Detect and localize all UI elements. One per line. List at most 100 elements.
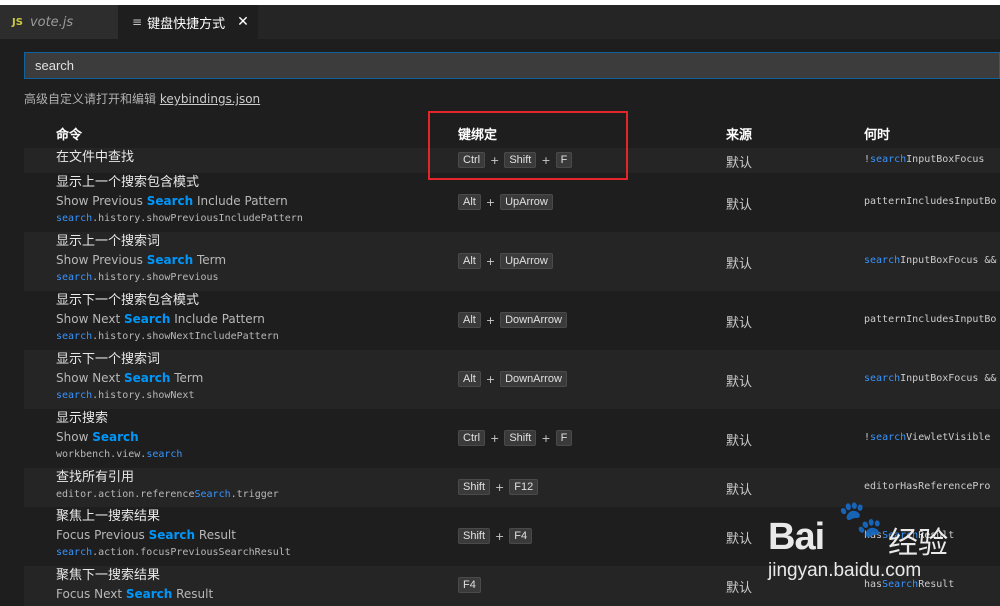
key-cap: Shift <box>504 430 537 446</box>
key-cap: DownArrow <box>500 371 567 387</box>
command-title: 在文件中查找 <box>56 150 135 165</box>
command-id: workbench.view.search <box>56 449 183 460</box>
when-cell: searchInputBoxFocus && <box>864 373 997 384</box>
advanced-hint-text: 高级自定义请打开和编辑 <box>24 92 160 106</box>
key-cap: Ctrl <box>458 430 486 446</box>
command-title: 显示下一个搜索包含模式 <box>56 293 200 308</box>
when-cell: !searchInputBoxFocus <box>864 154 985 165</box>
command-title: 显示搜索 <box>56 411 109 426</box>
command-description: Show Previous Search Term <box>56 253 227 267</box>
when-cell: !searchViewletVisible <box>864 432 991 443</box>
tab-keyboard-shortcuts[interactable]: ≡ 键盘快捷方式 ✕ <box>118 5 258 39</box>
key-cap: Shift <box>458 528 491 544</box>
key-cap: UpArrow <box>500 253 553 269</box>
column-header-when[interactable]: 何时 <box>864 124 890 143</box>
source-cell: 默认 <box>726 532 753 547</box>
command-id: search.action.focusPreviousSearchResult <box>56 547 291 558</box>
command-title: 显示下一个搜索词 <box>56 352 161 367</box>
column-header-source[interactable]: 来源 <box>726 124 752 143</box>
command-cell: 显示上一个搜索包含模式 Show Previous Search Include … <box>56 173 303 227</box>
command-description: Focus Previous Search Result <box>56 528 236 542</box>
table-row[interactable]: 显示下一个搜索词 Show Next Search Term search.hist… <box>24 350 1000 409</box>
search-input[interactable]: search <box>24 52 1000 79</box>
keybinding-cell[interactable]: Alt + UpArrow <box>458 194 553 210</box>
key-cap: Shift <box>458 479 491 495</box>
command-cell: 查找所有引用 editor.action.referenceSearch.trig… <box>56 468 279 503</box>
tab-label: vote.js <box>29 14 74 30</box>
document-icon: ≡ <box>132 15 143 29</box>
command-id: search.history.showNext <box>56 390 195 401</box>
command-title: 聚焦上一搜索结果 <box>56 509 161 524</box>
command-cell: 显示下一个搜索包含模式 Show Next Search Include Patt… <box>56 291 279 345</box>
tab-bar: JS vote.js ≡ 键盘快捷方式 ✕ <box>0 5 1000 39</box>
source-cell: 默认 <box>726 375 753 390</box>
keybinding-cell[interactable]: Shift + F4 <box>458 528 533 544</box>
command-cell: 聚焦下一搜索结果 Focus Next Search Result <box>56 566 213 604</box>
command-title: 聚焦下一搜索结果 <box>56 568 161 583</box>
table-row[interactable]: 显示搜索 Show Search workbench.view.search Ctrl… <box>24 409 1000 468</box>
when-cell: patternIncludesInputBo <box>864 196 997 207</box>
command-title: 显示上一个搜索词 <box>56 234 161 249</box>
tab-vote-js[interactable]: JS vote.js <box>0 5 118 39</box>
plus-separator: + <box>495 529 505 543</box>
keybinding-cell[interactable]: Alt + UpArrow <box>458 253 553 269</box>
command-description: Show Previous Search Include Pattern <box>56 194 288 208</box>
command-cell: 显示搜索 Show Search workbench.view.search <box>56 409 182 463</box>
paw-icon: 🐾 <box>838 499 883 540</box>
source-cell: 默认 <box>726 316 753 331</box>
plus-separator: + <box>485 372 496 386</box>
command-cell: 聚焦上一搜索结果 Focus Previous Search Result sear… <box>56 507 291 561</box>
key-cap: Alt <box>458 371 481 387</box>
when-cell: editorHasReferencePro <box>864 481 991 492</box>
keybinding-cell[interactable]: Ctrl + Shift + F <box>458 430 573 446</box>
keybinding-cell[interactable]: F4 <box>458 577 481 593</box>
table-row[interactable]: 显示上一个搜索词 Show Previous Search Term search.… <box>24 232 1000 291</box>
plus-separator: + <box>485 313 496 327</box>
plus-separator: + <box>485 195 496 209</box>
key-cap: Alt <box>458 194 481 210</box>
advanced-customization-hint: 高级自定义请打开和编辑 keybindings.json <box>24 90 260 107</box>
source-cell: 默认 <box>726 198 753 213</box>
close-icon[interactable]: ✕ <box>237 14 249 30</box>
key-cap: UpArrow <box>500 194 553 210</box>
command-cell: 显示下一个搜索词 Show Next Search Term search.hist… <box>56 350 203 404</box>
table-row[interactable]: 显示下一个搜索包含模式 Show Next Search Include Patt… <box>24 291 1000 350</box>
plus-separator: + <box>495 480 505 494</box>
source-cell: 默认 <box>726 483 753 498</box>
watermark-brand-cn: 经验 <box>888 526 948 561</box>
command-description: Show Search <box>56 430 139 444</box>
plus-separator: + <box>490 431 500 445</box>
command-id: search.history.showNextIncludePattern <box>56 331 279 342</box>
key-cap: F <box>555 430 573 446</box>
plus-separator: + <box>485 254 496 268</box>
key-cap: Alt <box>458 312 481 328</box>
key-cap: F12 <box>509 479 539 495</box>
key-cap: DownArrow <box>500 312 567 328</box>
command-id: search.history.showPreviousIncludePatter… <box>56 213 303 224</box>
source-cell: 默认 <box>726 581 753 596</box>
command-title: 显示上一个搜索包含模式 <box>56 175 200 190</box>
annotation-highlight-box <box>428 111 628 180</box>
when-cell: patternIncludesInputBo <box>864 314 997 325</box>
keybindings-json-link[interactable]: keybindings.json <box>160 92 260 106</box>
table-row[interactable]: 显示上一个搜索包含模式 Show Previous Search Include … <box>24 173 1000 232</box>
when-cell: searchInputBoxFocus && <box>864 255 997 266</box>
watermark-url: jingyan.baidu.com <box>768 560 922 581</box>
source-cell: 默认 <box>726 156 753 171</box>
key-cap: F4 <box>458 577 481 593</box>
source-cell: 默认 <box>726 257 753 272</box>
command-description: Focus Next Search Result <box>56 587 214 601</box>
command-id: search.history.showPrevious <box>56 272 219 283</box>
keybinding-cell[interactable]: Shift + F12 <box>458 479 539 495</box>
watermark-brand: Bai <box>768 516 825 558</box>
column-header-command[interactable]: 命令 <box>56 124 82 143</box>
command-description: Show Next Search Term <box>56 371 204 385</box>
keybinding-cell[interactable]: Alt + DownArrow <box>458 371 567 387</box>
command-id: editor.action.referenceSearch.trigger <box>56 489 279 500</box>
keybinding-cell[interactable]: Alt + DownArrow <box>458 312 567 328</box>
command-cell: 在文件中查找 <box>56 148 134 167</box>
key-cap: Alt <box>458 253 481 269</box>
javascript-file-icon: JS <box>12 16 23 28</box>
key-cap: F4 <box>509 528 533 544</box>
command-cell: 显示上一个搜索词 Show Previous Search Term search.… <box>56 232 226 286</box>
